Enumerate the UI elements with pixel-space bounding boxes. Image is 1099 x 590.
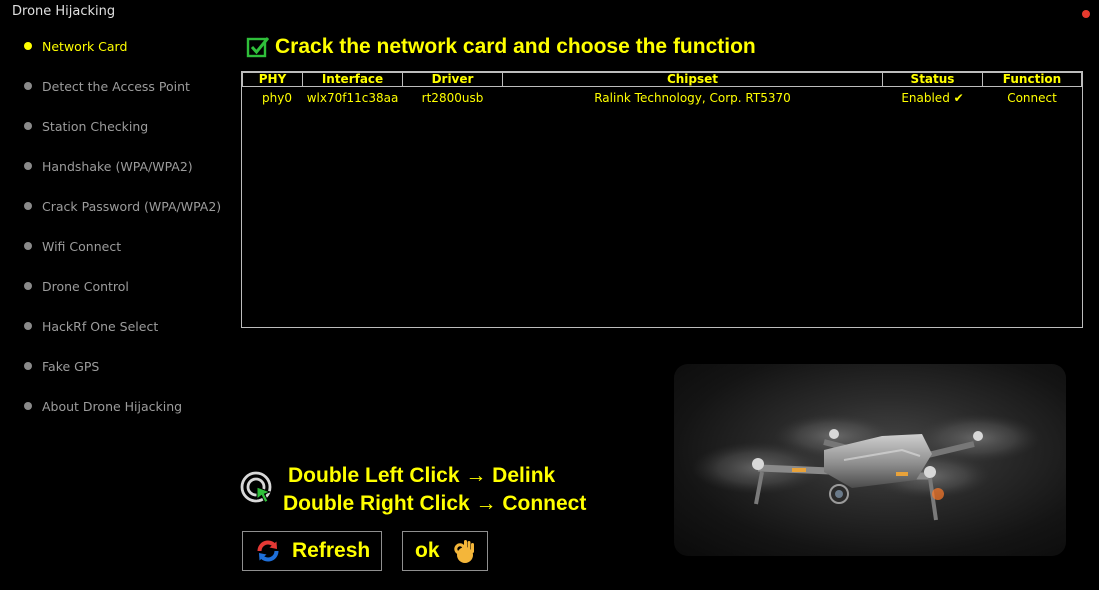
sidebar-item-hackrf-select[interactable]: HackRf One Select [24,316,158,336]
refresh-icon [257,540,279,562]
close-button[interactable] [1082,10,1090,18]
ok-button[interactable]: ok [402,531,488,571]
sidebar-item-label: Fake GPS [42,358,100,374]
sidebar-item-network-card[interactable]: Network Card [24,36,127,56]
bullet-icon [24,42,32,50]
bullet-icon [24,402,32,410]
sidebar-item-about[interactable]: About Drone Hijacking [24,396,182,416]
sidebar-item-label: Station Checking [42,118,149,134]
cell-status: Enabled ✔ [901,91,964,105]
sidebar-item-label: About Drone Hijacking [42,398,183,414]
cell-chipset: Ralink Technology, Corp. RT5370 [594,91,791,105]
sidebar-item-drone-control[interactable]: Drone Control [24,276,129,296]
bullet-icon [24,242,32,250]
ok-label: ok [415,539,440,562]
network-card-table: PHY Interface Driver Chipset Status Func… [241,71,1083,328]
bullet-icon [24,282,32,290]
sidebar-item-fake-gps[interactable]: Fake GPS [24,356,99,376]
refresh-label: Refresh [292,539,371,562]
table-header: PHY Interface Driver Chipset Status Func… [242,72,1082,88]
sidebar-item-detect-access-point[interactable]: Detect the Access Point [24,76,190,96]
refresh-button[interactable]: Refresh [242,531,382,571]
hint-delink: Double Left Click → Delink [288,464,556,487]
bullet-icon [24,322,32,330]
drone-image [674,364,1066,556]
cell-function: Connect [1007,91,1057,105]
title-bar: Drone Hijacking [0,0,1099,26]
col-header-status[interactable]: Status [882,72,983,87]
col-header-phy[interactable]: PHY [242,72,303,87]
cell-interface: wlx70f11c38aa [306,91,399,105]
sidebar-item-label: Handshake (WPA/WPA2) [42,158,193,174]
bullet-icon [24,162,32,170]
sidebar-item-label: Wifi Connect [42,238,122,254]
page-title: Crack the network card and choose the fu… [275,35,756,58]
drone-illustration [692,414,1040,521]
checkbox-check-icon [246,37,270,58]
col-header-chipset[interactable]: Chipset [502,72,883,87]
sidebar-item-label: Drone Control [42,278,129,294]
sidebar-item-handshake[interactable]: Handshake (WPA/WPA2) [24,156,193,176]
click-target-icon [240,471,272,504]
sidebar-item-label: Detect the Access Point [42,78,190,94]
ok-hand-icon [453,540,474,563]
cell-driver: rt2800usb [421,91,484,105]
sidebar-item-station-checking[interactable]: Station Checking [24,116,148,136]
sidebar-item-crack-password[interactable]: Crack Password (WPA/WPA2) [24,196,221,216]
bullet-icon [24,202,32,210]
sidebar-item-label: HackRf One Select [42,318,159,334]
app-title: Drone Hijacking [12,4,116,19]
sidebar-item-wifi-connect[interactable]: Wifi Connect [24,236,121,256]
sidebar-item-label: Network Card [42,38,128,54]
bullet-icon [24,82,32,90]
col-header-function[interactable]: Function [982,72,1082,87]
bullet-icon [24,362,32,370]
hint-connect: Double Right Click → Connect [283,492,587,515]
page-header: Crack the network card and choose the fu… [246,33,756,61]
col-header-interface[interactable]: Interface [302,72,403,87]
sidebar-item-label: Crack Password (WPA/WPA2) [42,198,222,214]
col-header-driver[interactable]: Driver [402,72,503,87]
bullet-icon [24,122,32,130]
